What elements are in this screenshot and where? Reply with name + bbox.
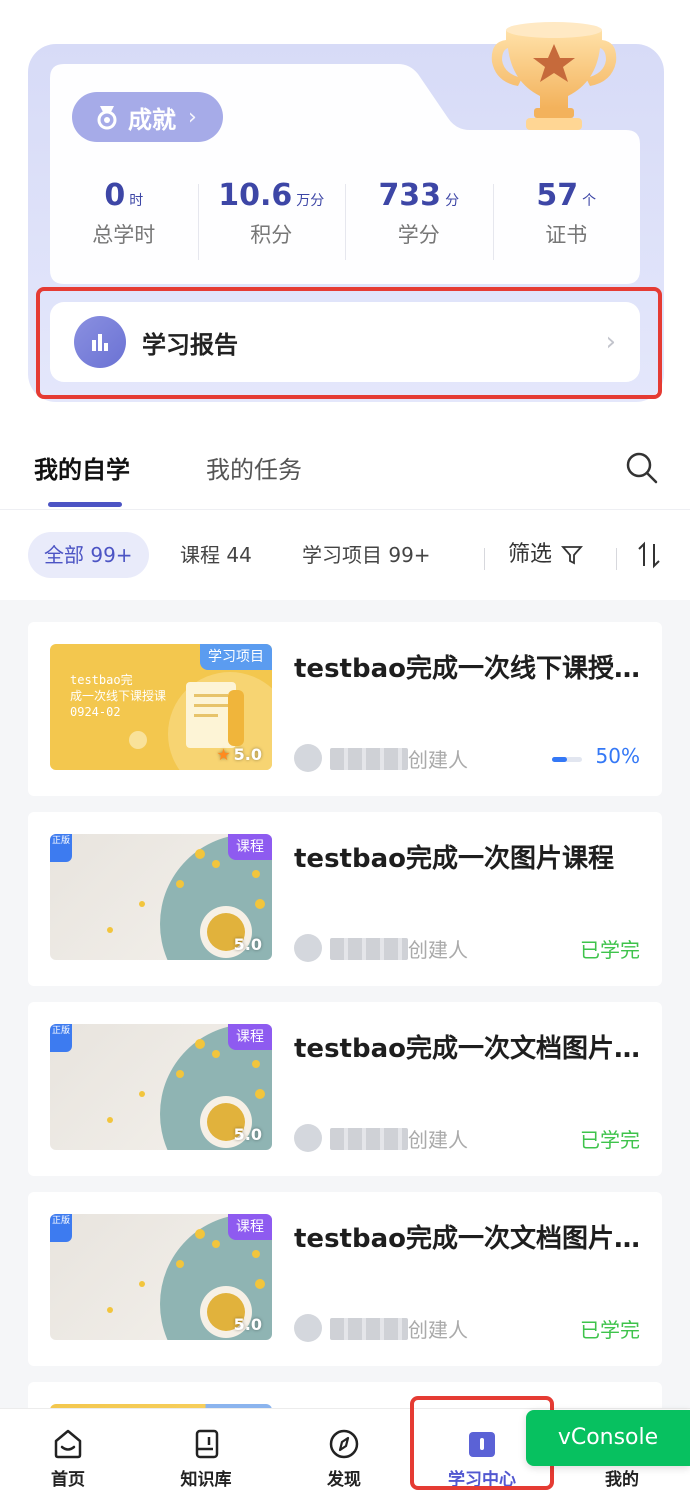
course-title: testbao完成一次线下课授课0924-02	[294, 654, 640, 684]
rating-value: 5.0	[233, 1125, 262, 1144]
stat-unit: 分	[445, 193, 460, 209]
stat-label: 学分	[397, 223, 440, 247]
stat-value: 0	[104, 178, 126, 213]
tab-self-study[interactable]: 我的自学	[34, 450, 130, 485]
rating: 5.0	[234, 935, 262, 954]
nav-label: 首页	[51, 1470, 85, 1490]
course-title: testbao完成一次文档图片课程	[294, 1034, 640, 1064]
course-card[interactable]: 正版 课程 5.0 testbao完成一次图片课程 创建人 已学完	[28, 812, 662, 986]
course-thumbnail: testbao完 成一次线下课授课 0924-02 学习项目 ★ 5.0	[50, 644, 272, 770]
stat-label: 总学时	[92, 223, 156, 247]
filter-label: 筛选	[508, 542, 553, 567]
filter-button[interactable]: 筛选	[508, 532, 584, 578]
vconsole-button[interactable]: vConsole	[526, 1410, 690, 1466]
rating: ★ 5.0	[216, 745, 262, 764]
avatar	[294, 1314, 322, 1342]
course-card[interactable]: 正版 课程 5.0 testbao完成一次文档图片课程 创建人 已学完	[28, 1002, 662, 1176]
stat-points[interactable]: 10.6 万分 积分	[197, 178, 346, 268]
nav-label: 发现	[327, 1470, 361, 1490]
copyright-badge: 正版	[50, 834, 72, 862]
highlight-box	[36, 287, 662, 399]
course-card[interactable]: testbao完 成一次线下课授课 0924-02 学习项目 ★ 5.0 test…	[28, 622, 662, 796]
type-badge: 学习项目	[200, 644, 272, 670]
stat-value: 733	[378, 178, 442, 213]
creator-label: 创建人	[408, 748, 468, 772]
stat-unit: 时	[129, 193, 144, 209]
progress-fill	[552, 757, 567, 762]
nav-discover[interactable]: 发现	[294, 1427, 394, 1490]
achievement-section: 成就 › 0时 总学时 10.6万分 积分 733分 学分 57个 证书	[0, 0, 690, 430]
progress-percent: 50%	[595, 744, 640, 768]
type-badge: 课程	[228, 1214, 272, 1240]
learning-center-page: 成就 › 0时 总学时 10.6万分 积分 733分 学分 57个 证书	[0, 0, 690, 1498]
avatar	[294, 934, 322, 962]
copyright-badge: 正版	[50, 1024, 72, 1052]
rating-value: 5.0	[233, 745, 262, 764]
filter-bar: 全部 99+ 课程 44 学习项目 99+ 筛选	[0, 510, 690, 600]
stat-unit: 个	[582, 193, 597, 209]
achievement-label: 成就	[128, 105, 176, 134]
nav-knowledge-base[interactable]: 知识库	[156, 1427, 256, 1490]
avatar	[294, 1124, 322, 1152]
home-icon	[54, 1429, 82, 1459]
creator-name-blurred	[330, 1128, 408, 1150]
notebook-icon	[195, 1429, 219, 1459]
creator-label: 创建人	[408, 1128, 468, 1152]
course-title: testbao完成一次图片课程	[294, 844, 614, 874]
sort-icon[interactable]	[636, 540, 662, 570]
copyright-badge: 正版	[50, 1214, 72, 1242]
achievement-button[interactable]: 成就 ›	[72, 92, 223, 142]
filter-chip-course[interactable]: 课程 44	[180, 532, 252, 578]
filter-chip-project[interactable]: 学习项目 99+	[302, 532, 431, 578]
rating: 5.0	[234, 1315, 262, 1334]
medal-icon	[97, 106, 117, 130]
course-card[interactable]: 正版 课程 5.0 testbao完成一次文档图片课程 创建人 已学完	[28, 1192, 662, 1366]
tab-indicator	[48, 502, 122, 507]
nav-label: 我的	[605, 1470, 639, 1490]
course-thumbnail: 正版 课程 5.0	[50, 834, 272, 960]
tab-bar: 我的自学 我的任务	[0, 430, 690, 510]
stat-value: 10.6	[218, 178, 293, 213]
course-thumbnail: 正版 课程 5.0	[50, 1214, 272, 1340]
nav-home[interactable]: 首页	[18, 1427, 118, 1490]
type-badge: 课程	[228, 834, 272, 860]
type-badge: 课程	[228, 1024, 272, 1050]
course-thumbnail: 正版 课程 5.0	[50, 1024, 272, 1150]
completion-status: 已学完	[580, 1128, 640, 1152]
stat-study-hours[interactable]: 0时 总学时	[50, 178, 198, 268]
divider	[484, 548, 485, 570]
stat-value: 57	[536, 178, 579, 213]
trophy-icon	[491, 22, 617, 130]
filter-chip-all[interactable]: 全部 99+	[28, 532, 149, 578]
rating: 5.0	[234, 1125, 262, 1144]
thumbnail-text: testbao完 成一次线下课授课 0924-02	[70, 673, 167, 719]
stats-row: 0时 总学时 10.6 万分 积分 733 分 学分 57 个 证书	[50, 178, 640, 268]
stat-label: 积分	[250, 223, 293, 247]
creator-label: 创建人	[408, 938, 468, 962]
course-title: testbao完成一次文档图片课程	[294, 1224, 640, 1254]
tab-my-tasks[interactable]: 我的任务	[206, 450, 302, 485]
star-icon: ★	[216, 745, 231, 764]
creator-label: 创建人	[408, 1318, 468, 1342]
rating-value: 5.0	[233, 1315, 262, 1334]
nav-label: 知识库	[180, 1470, 232, 1490]
stat-credits[interactable]: 733 分 学分	[345, 178, 493, 268]
chevron-right-icon: ›	[188, 104, 197, 130]
divider	[616, 548, 617, 570]
creator-name-blurred	[330, 748, 408, 770]
stat-unit: 万分	[296, 193, 325, 209]
completion-status: 已学完	[580, 1318, 640, 1342]
creator-name-blurred	[330, 1318, 408, 1340]
progress-bar	[552, 757, 582, 762]
avatar	[294, 744, 322, 772]
stat-certificates[interactable]: 57 个 证书	[492, 178, 641, 268]
creator-name-blurred	[330, 938, 408, 960]
stat-label: 证书	[545, 223, 588, 247]
compass-icon	[329, 1429, 359, 1459]
rating-value: 5.0	[233, 935, 262, 954]
filter-icon	[561, 546, 583, 565]
search-icon[interactable]	[624, 450, 660, 486]
completion-status: 已学完	[580, 938, 640, 962]
